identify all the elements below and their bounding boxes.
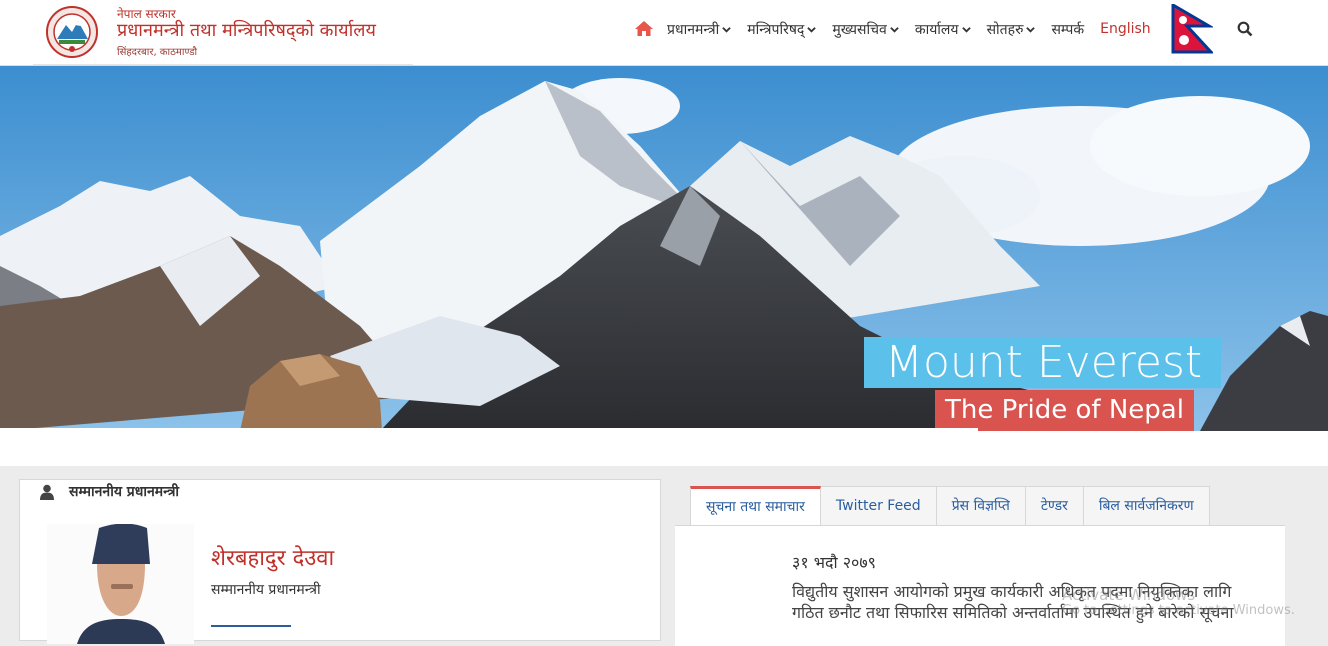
user-icon xyxy=(40,484,54,500)
panel-heading: सम्माननीय प्रधानमन्त्री xyxy=(69,484,180,500)
windows-watermark-text: Go to Settings to activate Windows. xyxy=(1062,603,1295,618)
tab-bill-disclosure[interactable]: बिल सार्वजनिकरण xyxy=(1083,486,1210,526)
nepal-emblem-icon xyxy=(46,6,98,58)
nav-item-label: प्रधानमन्त्री xyxy=(667,21,720,38)
chevron-down-icon xyxy=(807,26,817,33)
nav-item-label: मुख्यसचिव xyxy=(832,21,887,38)
tab-twitter-feed[interactable]: Twitter Feed xyxy=(820,486,937,526)
pm-photo[interactable] xyxy=(47,524,194,644)
tab-notices-news[interactable]: सूचना तथा समाचार xyxy=(690,486,821,526)
brand-block[interactable]: नेपाल सरकार प्रधानमन्त्री तथा मन्त्रिपरि… xyxy=(33,0,413,65)
pm-role: सम्माननीय प्रधानमन्त्री xyxy=(211,582,321,598)
pm-more-link[interactable] xyxy=(211,625,291,627)
panel-header: सम्माननीय प्रधानमन्त्री xyxy=(40,482,179,501)
nav-item-label: सम्पर्क xyxy=(1051,21,1085,38)
tab-press-release[interactable]: प्रेस विज्ञप्ति xyxy=(936,486,1026,526)
news-tabs: सूचना तथा समाचार Twitter Feed प्रेस विज्… xyxy=(690,486,1210,526)
chevron-down-icon xyxy=(890,26,899,33)
nav-item-contact[interactable]: सम्पर्क xyxy=(1051,20,1084,39)
home-icon[interactable] xyxy=(634,19,654,39)
nav-item-resources[interactable]: सोतहरु xyxy=(987,20,1036,39)
chevron-down-icon xyxy=(1026,26,1036,33)
windows-watermark-title: Activate Windows xyxy=(1062,586,1196,604)
search-icon[interactable] xyxy=(1237,21,1253,37)
office-location: सिंहदरबार, काठमाण्डौ xyxy=(117,47,198,58)
nav-item-label: सोतहरु xyxy=(986,21,1024,38)
hero-caption-subtitle: The Pride of Nepal xyxy=(935,390,1194,431)
main-nav: प्रधानमन्त्री मन्त्रिपरिषद् मुख्यसचिव का… xyxy=(634,0,1253,58)
language-switch-link[interactable]: English xyxy=(1100,21,1151,37)
news-date: ३१ भदौ २०७९ xyxy=(792,553,876,572)
section-divider xyxy=(0,431,1328,466)
site-header: नेपाल सरकार प्रधानमन्त्री तथा मन्त्रिपरि… xyxy=(0,0,1328,66)
nav-item-prime-minister[interactable]: प्रधानमन्त्री xyxy=(667,20,731,39)
nav-item-label: कार्यालय xyxy=(914,21,959,38)
chevron-down-icon xyxy=(961,26,971,33)
office-title: प्रधानमन्त्री तथा मन्त्रिपरिषद्को कार्या… xyxy=(117,20,376,41)
hero-slider[interactable]: Mount Everest The Pride of Nepal xyxy=(0,66,1328,431)
nepal-flag-icon xyxy=(1171,4,1213,54)
nav-item-office[interactable]: कार्यालय xyxy=(915,20,971,39)
prime-minister-panel: सम्माननीय प्रधानमन्त्री शेरबहादुर देउवा … xyxy=(19,479,661,644)
nav-item-council-of-ministers[interactable]: मन्त्रिपरिषद् xyxy=(747,20,817,39)
chevron-down-icon xyxy=(722,26,731,33)
pm-portrait-image xyxy=(47,524,194,644)
hero-caption-title: Mount Everest xyxy=(864,337,1222,388)
tab-tender[interactable]: टेण्डर xyxy=(1025,486,1084,526)
pm-name-link[interactable]: शेरबहादुर देउवा xyxy=(211,542,334,572)
nav-item-label: मन्त्रिपरिषद् xyxy=(747,21,805,38)
nav-item-chief-secretary[interactable]: मुख्यसचिव xyxy=(832,20,899,39)
